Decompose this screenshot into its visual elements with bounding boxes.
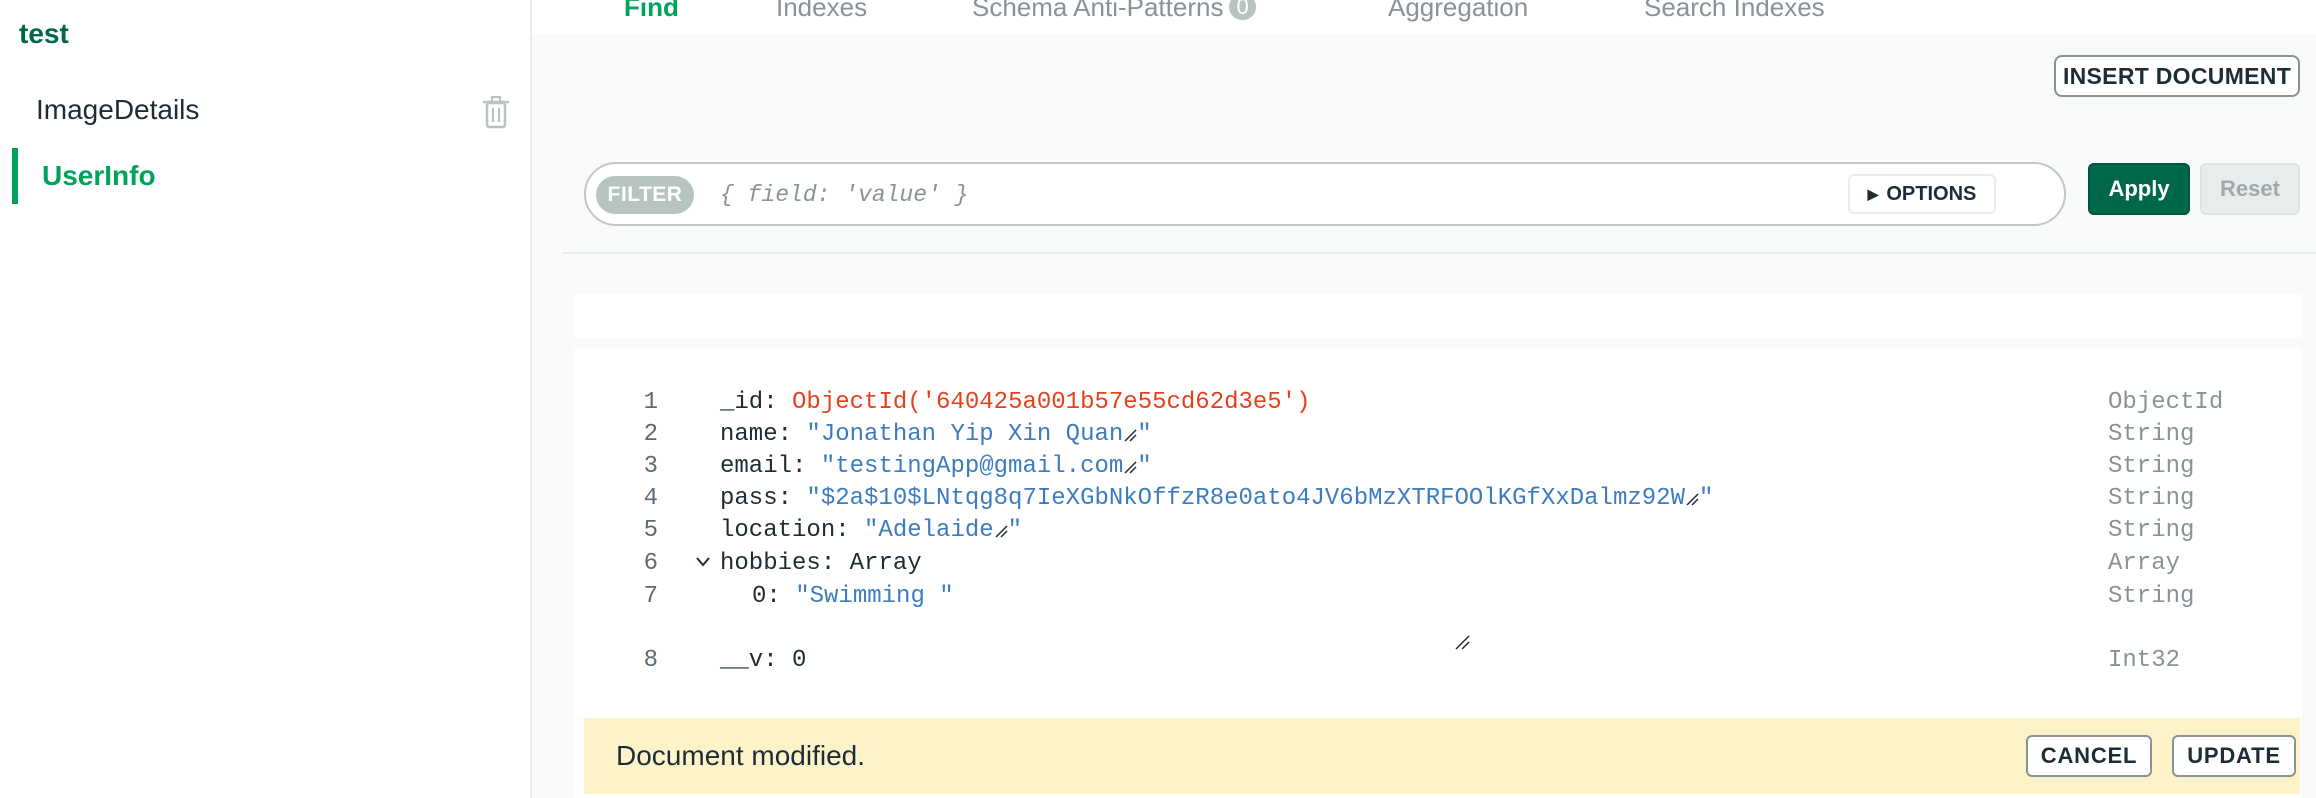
field-value[interactable]: "Swimming ": [795, 583, 953, 610]
document-line: 3 email: "testingApp@gmail.com " String: [574, 450, 2302, 482]
field-key[interactable]: 0: [752, 583, 766, 610]
update-button[interactable]: UPDATE: [2172, 735, 2296, 777]
cancel-button[interactable]: CANCEL: [2026, 735, 2152, 777]
field-type[interactable]: ObjectId: [2108, 389, 2223, 416]
line-number: 5: [643, 516, 658, 544]
field-value[interactable]: "Adelaide: [864, 517, 994, 544]
document-line: 5 location: "Adelaide " String: [574, 514, 2302, 546]
line-number: 6: [643, 549, 658, 577]
tab-search-indexes[interactable]: Search Indexes: [1644, 0, 1825, 23]
active-indicator: [12, 148, 18, 204]
results-header-strip: [574, 294, 2302, 338]
options-label: OPTIONS: [1886, 182, 1977, 205]
document-line: 7 0: "Swimming " String: [574, 580, 2302, 612]
document-modified-bar: Document modified. CANCEL UPDATE: [584, 718, 2300, 794]
field-value[interactable]: "testingApp@gmail.com: [821, 453, 1123, 480]
tab-bar: Find Indexes Schema Anti-Patterns 0 Aggre…: [532, 0, 2316, 34]
count-badge: 0: [1229, 0, 1256, 20]
field-value[interactable]: 0: [792, 647, 806, 674]
sidebar-item-label: ImageDetails: [36, 94, 200, 125]
field-type[interactable]: String: [2108, 517, 2194, 544]
document-line: 4 pass: "$2a$10$LNtqg8q7IeXGbNkOffzR8e0a…: [574, 482, 2302, 514]
filter-bar: FILTER { field: 'value' } ▶ OPTIONS: [584, 162, 2066, 226]
field-type[interactable]: String: [2108, 453, 2194, 480]
sidebar: test ImageDetails UserInfo: [0, 0, 532, 798]
field-value[interactable]: Array: [850, 550, 922, 577]
document-line: 1 _id: ObjectId('640425a001b57e55cd62d3e…: [574, 386, 2302, 418]
caret-right-icon: ▶: [1867, 185, 1879, 202]
trash-icon[interactable]: [480, 94, 512, 130]
tab-aggregation[interactable]: Aggregation: [1388, 0, 1528, 23]
field-type[interactable]: String: [2108, 421, 2194, 448]
field-type[interactable]: Int32: [2108, 647, 2180, 674]
tab-find[interactable]: Find: [624, 0, 679, 23]
insert-document-button[interactable]: INSERT DOCUMENT: [2054, 55, 2300, 97]
tab-label: Schema Anti-Patterns: [972, 0, 1224, 22]
filter-label: FILTER: [596, 176, 694, 214]
field-type[interactable]: Array: [2108, 550, 2180, 577]
resize-handle-icon[interactable]: [1123, 460, 1137, 474]
line-number: 4: [643, 484, 658, 512]
field-key[interactable]: name: [720, 421, 778, 448]
options-button[interactable]: ▶ OPTIONS: [1848, 174, 1996, 214]
field-key[interactable]: pass: [720, 485, 778, 512]
line-number: 3: [643, 452, 658, 480]
sidebar-item-imagedetails[interactable]: ImageDetails: [0, 82, 530, 138]
field-key[interactable]: hobbies: [720, 550, 821, 577]
modified-message: Document modified.: [616, 740, 866, 771]
field-key[interactable]: location: [720, 517, 835, 544]
tab-indexes[interactable]: Indexes: [776, 0, 867, 23]
document-line: 2 name: "Jonathan Yip Xin Quan " String: [574, 418, 2302, 450]
filter-input[interactable]: { field: 'value' }: [720, 176, 1720, 214]
field-key[interactable]: __v: [720, 647, 763, 674]
divider: [562, 252, 2316, 254]
sidebar-item-userinfo[interactable]: UserInfo: [0, 148, 530, 204]
main-panel: Find Indexes Schema Anti-Patterns 0 Aggre…: [532, 0, 2316, 798]
field-type[interactable]: String: [2108, 485, 2194, 512]
database-name[interactable]: test: [19, 18, 69, 50]
resize-handle-icon[interactable]: [1123, 428, 1137, 442]
resize-handle-icon[interactable]: [994, 524, 1008, 538]
apply-button[interactable]: Apply: [2088, 163, 2190, 215]
field-type[interactable]: String: [2108, 583, 2194, 610]
field-value[interactable]: ObjectId('640425a001b57e55cd62d3e5'): [792, 389, 1310, 416]
document-line: 6 hobbies: Array Array: [574, 547, 2302, 579]
document-line: 8 __v: 0 Int32: [574, 644, 2302, 676]
tab-schema-anti-patterns[interactable]: Schema Anti-Patterns 0: [972, 0, 1256, 23]
resize-handle-icon[interactable]: [1685, 492, 1699, 506]
field-key[interactable]: email: [720, 453, 792, 480]
sidebar-item-label: UserInfo: [42, 160, 156, 191]
chevron-down-icon[interactable]: [694, 555, 712, 569]
reset-button[interactable]: Reset: [2200, 163, 2300, 215]
field-value[interactable]: "Jonathan Yip Xin Quan: [806, 421, 1123, 448]
field-value[interactable]: "$2a$10$LNtqg8q7IeXGbNkOffzR8e0ato4JV6bM…: [806, 485, 1685, 512]
field-key[interactable]: _id: [720, 389, 763, 416]
line-number: 7: [643, 582, 658, 610]
line-number: 8: [643, 646, 658, 674]
line-number: 2: [643, 420, 658, 448]
line-number: 1: [643, 388, 658, 416]
